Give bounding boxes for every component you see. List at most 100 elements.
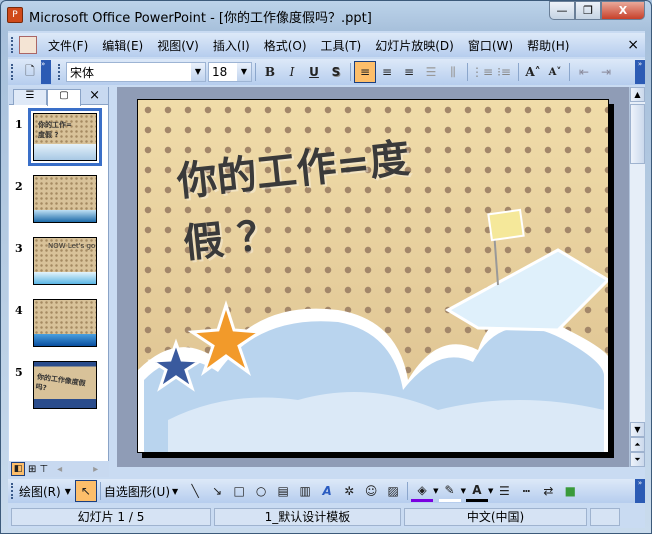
close-pane-icon[interactable]: ×: [89, 88, 100, 103]
increase-font-icon[interactable]: A˄: [522, 61, 544, 83]
slide-number: 2: [15, 180, 23, 193]
chevron-down-icon[interactable]: ▼: [237, 63, 251, 81]
normal-view-icon[interactable]: ◧: [11, 462, 25, 476]
bullets-icon[interactable]: ⁝≡: [493, 61, 515, 83]
shadow-style-icon[interactable]: ■: [559, 480, 581, 502]
distribute-icon[interactable]: ☰: [420, 61, 442, 83]
textbox-icon[interactable]: ▤: [272, 480, 294, 502]
arrow-style-icon[interactable]: ⇄: [537, 480, 559, 502]
picture-icon[interactable]: ▨: [382, 480, 404, 502]
scroll-left-icon[interactable]: ◂: [57, 464, 62, 475]
scroll-down-icon[interactable]: ▼: [630, 422, 645, 437]
slide-thumbnail-4[interactable]: 4: [9, 299, 109, 359]
font-size-select[interactable]: 18 ▼: [208, 62, 252, 82]
current-slide[interactable]: 你的工作=度 假 ？: [137, 99, 609, 453]
menu-edit[interactable]: 编辑(E): [95, 37, 150, 54]
menu-tools[interactable]: 工具(T): [314, 37, 369, 54]
wordart-icon[interactable]: A: [316, 480, 338, 502]
close-button[interactable]: X: [601, 1, 645, 20]
slide-number: 4: [15, 304, 23, 317]
diagram-icon[interactable]: ✲: [338, 480, 360, 502]
next-slide-icon[interactable]: ⏷: [630, 452, 645, 467]
waves-illustration: [138, 208, 608, 452]
close-document-button[interactable]: ×: [627, 37, 639, 53]
grip-icon[interactable]: [58, 64, 62, 80]
language-status: 中文(中国): [404, 508, 587, 526]
align-left-icon[interactable]: ≡: [354, 61, 376, 83]
slide-number: 3: [15, 242, 23, 255]
slideshow-icon[interactable]: ⊤: [39, 464, 48, 475]
restore-button[interactable]: ❐: [575, 1, 601, 20]
document-icon[interactable]: [19, 36, 37, 54]
grip-icon[interactable]: [11, 37, 15, 53]
font-name-value: 宋体: [70, 65, 95, 80]
menu-insert[interactable]: 插入(I): [206, 37, 257, 54]
chevron-down-icon[interactable]: ▼: [191, 63, 205, 81]
scroll-thumb[interactable]: [630, 104, 645, 164]
slide-thumbnail-3[interactable]: 3 NOW Let's go: [9, 237, 109, 297]
slide-thumbnail-5[interactable]: 5 你的工作像度假吗?: [9, 361, 109, 421]
slide-sorter-icon[interactable]: ⊞: [28, 464, 36, 475]
increase-indent-icon[interactable]: ⇥: [595, 61, 617, 83]
font-size-value: 18: [212, 65, 228, 79]
oval-icon[interactable]: ○: [250, 480, 272, 502]
rectangle-icon[interactable]: □: [228, 480, 250, 502]
previous-slide-icon[interactable]: ⏶: [630, 437, 645, 452]
underline-button[interactable]: U: [303, 61, 325, 83]
font-color-icon[interactable]: A: [465, 480, 488, 502]
menu-format[interactable]: 格式(O): [257, 37, 314, 54]
thumbnail-title: NOW Let's go: [48, 242, 96, 250]
vertical-scrollbar[interactable]: ▲ ▼ ⏶ ⏷: [629, 87, 645, 467]
shadow-button[interactable]: S: [325, 61, 347, 83]
grip-icon[interactable]: [11, 483, 15, 499]
menu-window[interactable]: 窗口(W): [461, 37, 520, 54]
thumbnail-title: 你的工作像度假吗?: [35, 372, 87, 393]
new-document-icon[interactable]: 🗋: [19, 61, 41, 83]
tab-outline[interactable]: ☰: [13, 89, 47, 105]
align-right-icon[interactable]: ≡: [398, 61, 420, 83]
bold-button[interactable]: B: [259, 61, 281, 83]
slide-number: 5: [15, 366, 23, 379]
menu-help[interactable]: 帮助(H): [520, 37, 576, 54]
design-template[interactable]: 1_默认设计模板: [214, 508, 401, 526]
toolbar-options-icon[interactable]: »: [635, 479, 645, 503]
status-bar: 幻灯片 1 / 5 1_默认设计模板 中文(中国): [8, 506, 645, 528]
slide-position: 幻灯片 1 / 5: [11, 508, 211, 526]
grip-icon[interactable]: [11, 64, 15, 80]
select-objects-icon[interactable]: ↖: [74, 480, 97, 502]
view-buttons: ◧ ⊞ ⊤ ◂ ▸: [9, 461, 109, 477]
slide-editing-area: 你的工作=度 假 ？: [117, 87, 629, 467]
font-name-select[interactable]: 宋体 ▼: [66, 62, 206, 82]
scroll-right-icon[interactable]: ▸: [93, 464, 98, 475]
toolbar-options-icon[interactable]: »: [41, 60, 51, 84]
slide-thumbnail-1[interactable]: 1 你的工作=度假 ?: [9, 108, 109, 173]
numbering-icon[interactable]: ⋮≡: [471, 61, 493, 83]
decrease-indent-icon[interactable]: ⇤: [573, 61, 595, 83]
menu-slideshow[interactable]: 幻灯片放映(D): [368, 37, 461, 54]
menu-view[interactable]: 视图(V): [150, 37, 206, 54]
autoshapes-menu[interactable]: 自选图形(U): [104, 483, 170, 500]
line-icon[interactable]: ╲: [184, 480, 206, 502]
line-style-icon[interactable]: ☰: [493, 480, 515, 502]
vertical-text-icon[interactable]: ⫼: [442, 61, 464, 83]
arrow-icon[interactable]: ↘: [206, 480, 228, 502]
chevron-down-icon[interactable]: ▼: [172, 487, 178, 496]
flag-icon: [487, 208, 525, 242]
toolbar-options-icon[interactable]: »: [635, 60, 645, 84]
menu-file[interactable]: 文件(F): [41, 37, 95, 54]
powerpoint-app-icon[interactable]: P: [7, 7, 23, 23]
dash-style-icon[interactable]: ┅: [515, 480, 537, 502]
decrease-font-icon[interactable]: A˅: [544, 61, 566, 83]
vertical-textbox-icon[interactable]: ▥: [294, 480, 316, 502]
line-color-icon[interactable]: ✎: [438, 480, 461, 502]
fill-color-icon[interactable]: ◈: [411, 480, 434, 502]
scroll-up-icon[interactable]: ▲: [630, 87, 645, 102]
minimize-button[interactable]: —: [549, 1, 575, 20]
tab-slides[interactable]: ▢: [47, 89, 81, 106]
italic-button[interactable]: I: [281, 61, 303, 83]
align-center-icon[interactable]: ≡: [376, 61, 398, 83]
chevron-down-icon[interactable]: ▼: [65, 487, 71, 496]
clipart-icon[interactable]: ☺: [360, 480, 382, 502]
slide-thumbnail-2[interactable]: 2: [9, 175, 109, 235]
draw-menu[interactable]: 绘图(R): [19, 483, 61, 500]
